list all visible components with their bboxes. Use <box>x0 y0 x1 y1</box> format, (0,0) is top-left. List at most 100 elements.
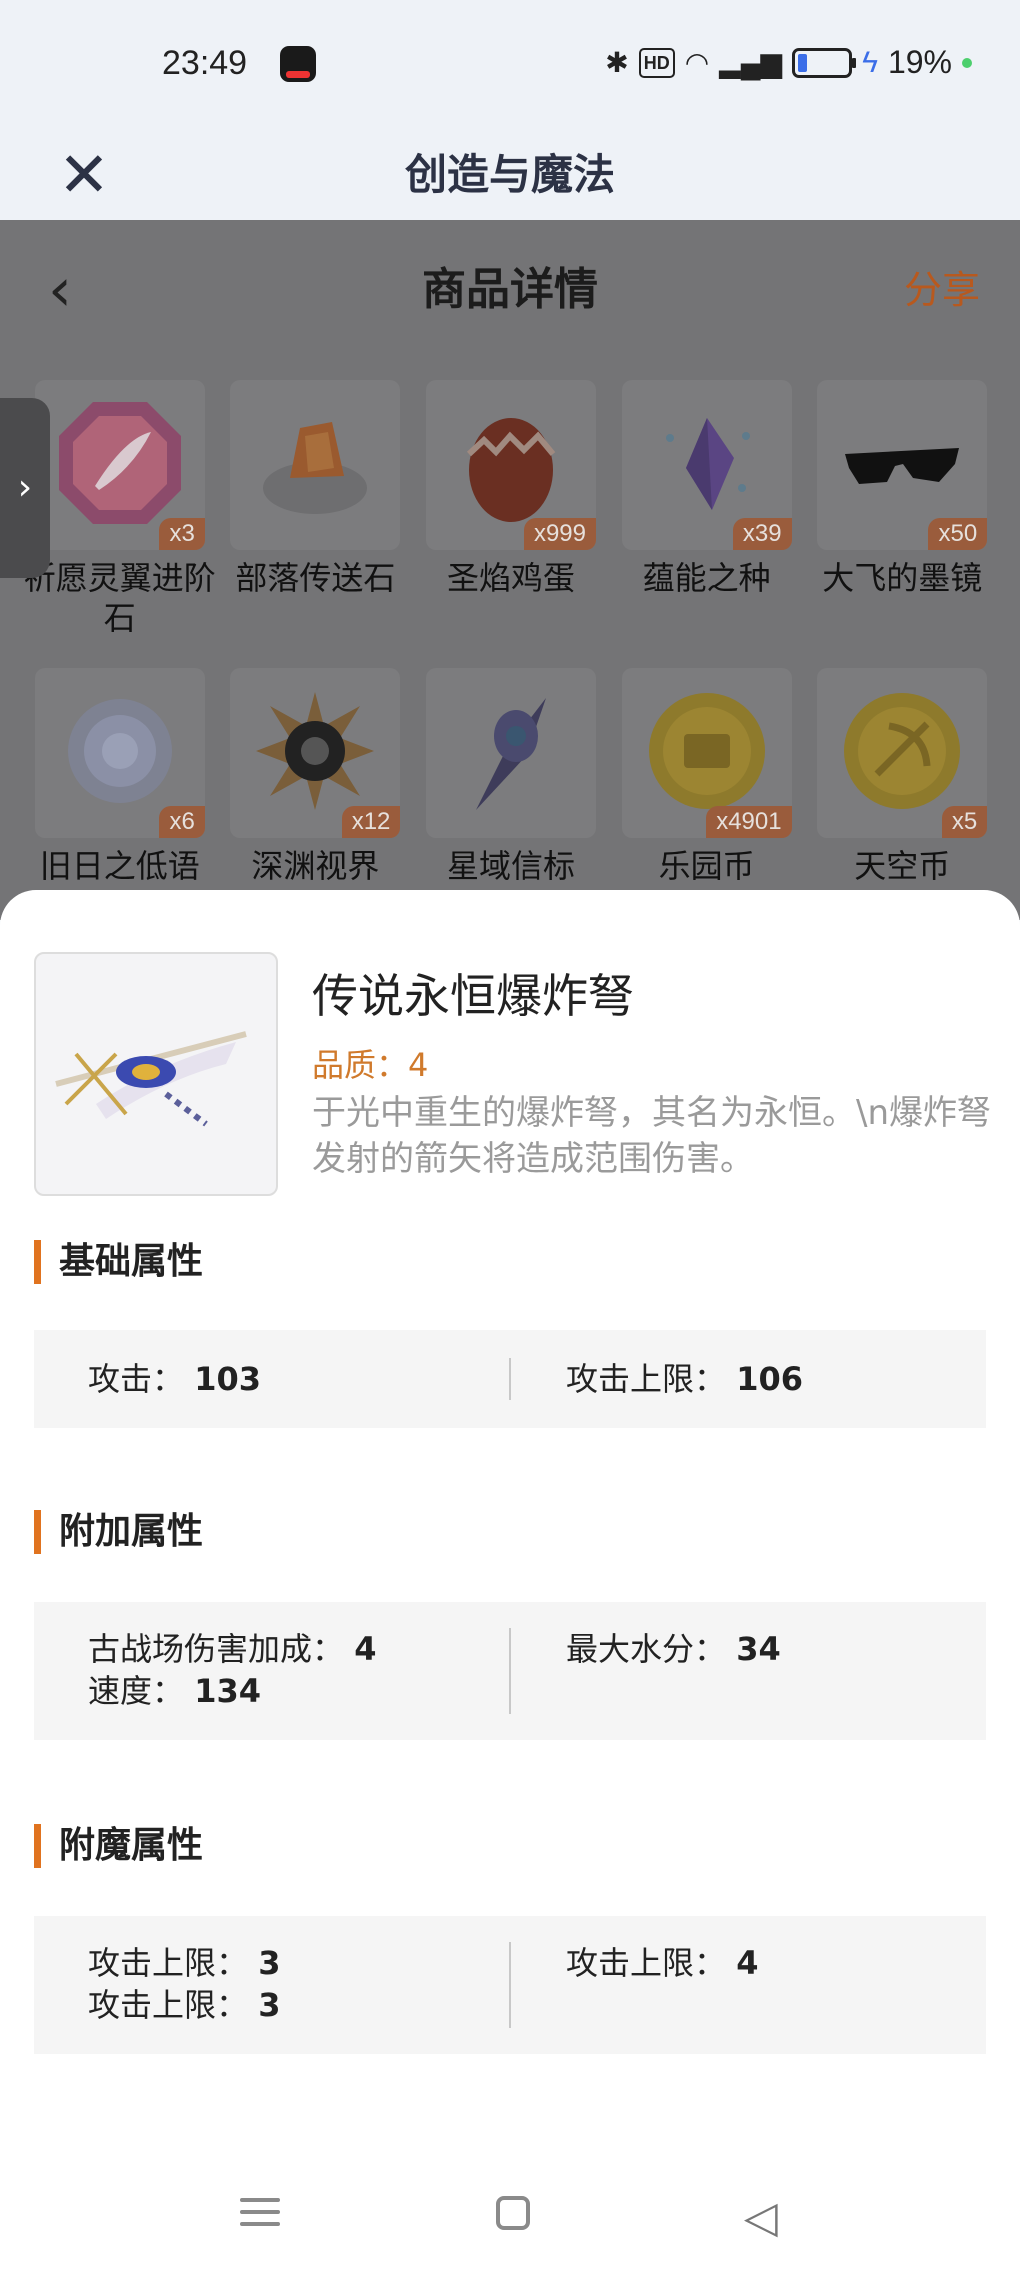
page-title: 创造与魔法 <box>404 150 615 199</box>
grid-item[interactable]: x39 蕴能之种 <box>609 380 805 638</box>
attr-label: 攻击上限： <box>88 1986 249 2024</box>
chevron-right-icon: › <box>17 467 33 508</box>
grid-item[interactable]: x12 深渊视界 <box>218 668 414 886</box>
attr-label: 速度： <box>88 1672 185 1710</box>
enchant-attributes: 攻击上限： 3 攻击上限： 3 攻击上限： 4 <box>34 1916 986 2054</box>
attr-item: 攻击上限： 3 <box>88 1942 280 1984</box>
attr-value: 103 <box>194 1360 261 1398</box>
tiktok-icon <box>280 46 316 82</box>
item-thumb: x5 <box>817 668 988 838</box>
grid-item[interactable]: x6 旧日之低语 <box>22 668 218 886</box>
item-thumb: x4901 <box>621 668 792 838</box>
battery-percent: 19% <box>887 44 952 80</box>
detail-title: 商品详情 <box>422 264 598 315</box>
item-qty: x4901 <box>706 806 792 838</box>
attr-value: 134 <box>194 1672 261 1710</box>
item-thumb: x3 <box>34 380 205 550</box>
attr-list: 古战场伤害加成： 4 速度： 134 <box>88 1628 376 1712</box>
attr-item: 攻击上限： 106 <box>566 1358 803 1400</box>
divider <box>509 1628 511 1714</box>
item-name: 深渊视界 <box>251 847 380 885</box>
grid-item[interactable]: x50 大飞的墨镜 <box>804 380 1000 638</box>
5g-signal-icon: ▂▄▆ <box>719 47 783 78</box>
divider <box>509 1358 511 1400</box>
item-name: 大飞的墨镜 <box>822 559 983 597</box>
item-qty: x39 <box>732 518 792 550</box>
divider <box>509 1942 511 2028</box>
item-qty: x12 <box>341 806 401 838</box>
item-name: 天空币 <box>854 847 951 885</box>
attr-value: 34 <box>736 1630 781 1668</box>
item-thumb: x12 <box>230 668 401 838</box>
system-nav-bar: ◁ <box>0 2160 1020 2278</box>
grid-item[interactable]: x3 祈愿灵翼进阶石 <box>22 380 218 638</box>
item-qty: x6 <box>159 806 205 838</box>
bluetooth-icon: ✱ <box>605 47 629 78</box>
item-image <box>34 952 278 1196</box>
section-title-enchant: 附魔属性 <box>34 1824 203 1868</box>
attr-value: 106 <box>736 1360 803 1398</box>
item-quality: 品质：4 <box>312 1046 429 1084</box>
status-time: 23:49 <box>162 44 248 82</box>
grid-item[interactable]: x999 圣焰鸡蛋 <box>413 380 609 638</box>
grid-item[interactable]: 星域信标 <box>413 668 609 886</box>
attr-label: 攻击上限： <box>566 1944 727 1982</box>
item-name: 祈愿灵翼进阶石 <box>23 559 216 637</box>
item-thumb: x6 <box>34 668 205 838</box>
menu-icon[interactable] <box>240 2190 280 2234</box>
attr-value: 3 <box>258 1986 281 2024</box>
battery-icon <box>792 47 857 78</box>
status-bar: 23:49 ✱ HD ◠ ▂▄▆ ϟ 19% <box>0 0 1020 130</box>
item-name: 圣焰鸡蛋 <box>446 559 575 597</box>
item-description: 于光中重生的爆炸弩，其名为永恒。\n爆炸弩发射的箭矢将造成范围伤害。 <box>312 1093 992 1179</box>
item-thumb <box>425 668 596 838</box>
crossbow-icon <box>55 1031 247 1127</box>
basic-attributes: 攻击： 103 攻击上限： 106 <box>34 1330 986 1428</box>
extra-attributes: 古战场伤害加成： 4 速度： 134 最大水分： 34 <box>34 1602 986 1740</box>
attr-value: 4 <box>354 1630 377 1668</box>
grid-item[interactable]: 部落传送石 <box>218 380 414 638</box>
attr-item: 攻击： 103 <box>88 1358 261 1400</box>
attr-item: 攻击上限： 3 <box>88 1984 280 2026</box>
item-name: 蕴能之种 <box>642 559 771 597</box>
grid-item[interactable]: x4901 乐园币 <box>609 668 805 886</box>
item-name: 乐园币 <box>658 847 755 885</box>
item-qty: x3 <box>159 518 205 550</box>
back-triangle-icon[interactable]: ◁ <box>744 2192 778 2243</box>
share-button[interactable]: 分享 <box>904 250 980 330</box>
item-name: 星域信标 <box>446 847 575 885</box>
item-qty: x50 <box>928 518 988 550</box>
item-qty: x5 <box>941 806 988 838</box>
attr-item: 古战场伤害加成： 4 <box>88 1628 376 1670</box>
item-thumb: x39 <box>621 380 792 550</box>
section-title-basic: 基础属性 <box>34 1240 203 1284</box>
dot-icon <box>962 57 972 68</box>
item-name: 部落传送石 <box>235 559 396 597</box>
attr-list: 攻击上限： 3 攻击上限： 3 <box>88 1942 280 2026</box>
item-thumb <box>230 380 401 550</box>
item-thumb: x50 <box>817 380 988 550</box>
section-title-extra: 附加属性 <box>34 1510 203 1554</box>
attr-item: 攻击上限： 4 <box>566 1942 758 1984</box>
attr-label: 攻击： <box>88 1360 185 1398</box>
attr-label: 攻击上限： <box>566 1360 727 1398</box>
app-header: ✕ 创造与魔法 <box>0 130 1020 220</box>
hd-icon: HD <box>638 47 675 78</box>
side-expand-tab[interactable]: › <box>0 398 50 578</box>
item-name: 旧日之低语 <box>39 847 200 885</box>
item-thumb: x999 <box>425 380 596 550</box>
attr-label: 古战场伤害加成： <box>88 1630 345 1668</box>
attr-label: 最大水分： <box>566 1630 727 1668</box>
home-icon[interactable] <box>496 2196 530 2230</box>
item-detail-sheet: 传说永恒爆炸弩 品质：4 于光中重生的爆炸弩，其名为永恒。\n爆炸弩发射的箭矢将… <box>0 890 1020 2278</box>
status-icons: ✱ HD ◠ ▂▄▆ ϟ 19% <box>605 44 972 81</box>
detail-page-background: › ‹ 商品详情 分享 x3 祈愿灵翼进阶石 部落传送石 x999 圣焰鸡蛋 x… <box>0 220 1020 920</box>
grid-item[interactable]: x5 天空币 <box>804 668 1000 886</box>
wifi-icon: ◠ <box>684 47 710 78</box>
attr-item: 速度： 134 <box>88 1670 376 1712</box>
attr-label: 攻击上限： <box>88 1944 249 1982</box>
charging-icon: ϟ <box>862 45 878 79</box>
attr-value: 3 <box>258 1944 281 1982</box>
item-qty: x999 <box>523 518 596 550</box>
item-title: 传说永恒爆炸弩 <box>312 969 634 1023</box>
